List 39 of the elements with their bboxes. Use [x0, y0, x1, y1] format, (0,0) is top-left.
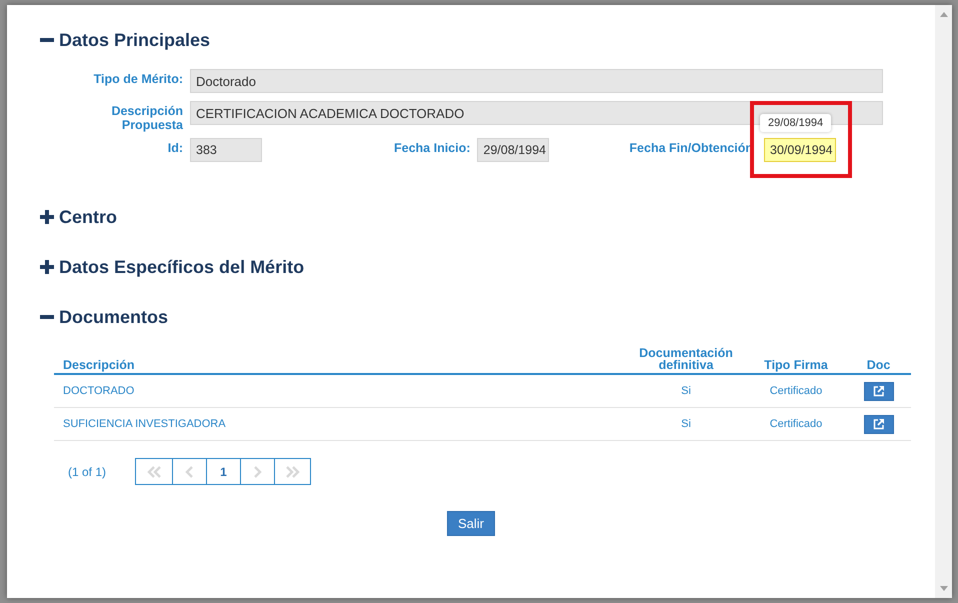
- input-field[interactable]: 383: [190, 138, 262, 162]
- table-cell-text: Certificado: [768, 385, 824, 397]
- double-chevron-left-icon: [146, 466, 162, 478]
- column-header: Doc: [866, 359, 892, 371]
- double-chevron-right-icon: [285, 466, 300, 478]
- plus-icon[interactable]: [40, 210, 54, 224]
- exit-button[interactable]: Salir: [446, 511, 495, 536]
- section-title[interactable]: Datos Específicos del Mérito: [59, 256, 304, 278]
- field-label: Fecha Fin/Obtención: [629, 140, 754, 155]
- page-summary: (1 of 1): [67, 464, 108, 478]
- field-label: Tipo de Mérito:: [92, 71, 184, 86]
- field-label: Descripción Propuesta: [110, 103, 184, 132]
- scrollbar[interactable]: [935, 5, 952, 598]
- tooltip: 29/08/1994: [760, 114, 832, 132]
- field-label: Id:: [166, 140, 184, 155]
- table-cell-text: DOCTORADO: [62, 385, 136, 397]
- open-document-button[interactable]: [864, 414, 894, 434]
- section-title[interactable]: Centro: [59, 206, 117, 228]
- scroll-up-icon[interactable]: [940, 12, 948, 17]
- table-cell-text: SUFICIENCIA INVESTIGADORA: [62, 418, 227, 430]
- column-header: Descripción: [62, 359, 136, 371]
- chevron-left-icon: [183, 466, 196, 478]
- column-header: Tipo Firma: [763, 359, 829, 371]
- scroll-down-icon[interactable]: [940, 586, 948, 591]
- section-title[interactable]: Documentos: [59, 306, 168, 328]
- chevron-right-icon: [251, 466, 264, 478]
- input-field[interactable]: 29/08/1994: [477, 138, 550, 162]
- table-cell-text: Si: [680, 385, 692, 397]
- plus-icon[interactable]: [40, 260, 54, 274]
- external-link-icon: [872, 418, 884, 430]
- input-field[interactable]: Doctorado: [190, 69, 883, 93]
- field-label: Fecha Inicio:: [394, 140, 472, 155]
- table-cell-text: Si: [680, 418, 692, 430]
- section-title[interactable]: Datos Principales: [59, 30, 210, 50]
- input-field[interactable]: 30/09/1994: [764, 138, 836, 162]
- open-document-button[interactable]: [864, 382, 894, 400]
- table-cell-text: Certificado: [768, 418, 824, 430]
- column-header: Documentación definitiva: [638, 347, 734, 371]
- external-link-icon: [872, 385, 884, 397]
